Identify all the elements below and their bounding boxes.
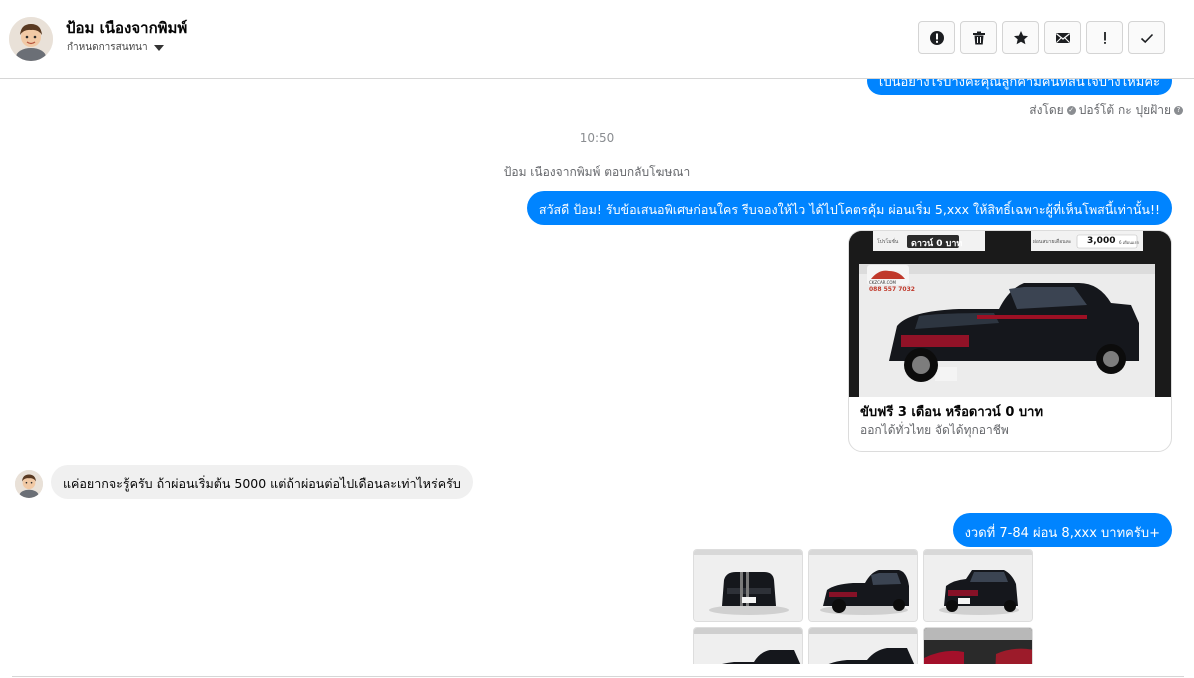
ad-reply-notice: ป้อม เนืองจากพิมพ์ ตอบกลับโฆษณา: [503, 165, 691, 179]
conversation-options-label: กำหนดการสนทนา: [67, 42, 148, 53]
alert-button[interactable]: [918, 21, 955, 54]
exclamation-icon: [1103, 31, 1106, 44]
conversation-options[interactable]: กำหนดการสนทนา: [67, 40, 164, 55]
star-button[interactable]: [1002, 21, 1039, 54]
sent-by-prefix: ส่งโดย: [1029, 103, 1064, 117]
message-timestamp: 10:50: [579, 131, 615, 145]
ad-phone: 088 557 7032: [869, 286, 915, 293]
help-icon[interactable]: ?: [1174, 106, 1183, 115]
message-bubble-incoming[interactable]: แค่อยากจะรู้ครับ ถ้าผ่อนเริ่มต้น 5000 แต…: [51, 465, 473, 499]
check-icon: [1140, 33, 1153, 43]
mail-icon: [1055, 32, 1070, 43]
message-text: สวัสดี ป้อม! รับข้อเสนอพิเศษก่อนใคร รีบจ…: [538, 202, 1160, 217]
car-photo-thumbnail[interactable]: [808, 627, 918, 664]
sent-by-name[interactable]: ปอร์โต้ กะ ปุยฝ้าย: [1079, 101, 1171, 120]
mail-button[interactable]: [1044, 21, 1081, 54]
composer-divider: [12, 676, 1184, 677]
message-text: เป็นอย่างไรบ้างคะคุณลูกค้ามีคนที่สนใจบ้า…: [878, 79, 1160, 90]
contact-avatar-small[interactable]: [15, 470, 43, 498]
ad-banner-right: 3,000: [1087, 236, 1116, 246]
mark-done-button[interactable]: [1128, 21, 1165, 54]
verified-icon: ✓: [1066, 106, 1076, 115]
messenger-conversation: ป้อม เนืองจากพิมพ์ กำหนดการสนทนา เป็นอย่…: [0, 0, 1194, 678]
ad-banner-right-small: ผ่อนสบายเดือนละ: [1033, 239, 1072, 245]
message-thread[interactable]: เป็นอย่างไรบ้างคะคุณลูกค้ามีคนที่สนใจบ้า…: [0, 79, 1194, 664]
car-photo-thumbnail[interactable]: [923, 549, 1033, 622]
ad-banner-right-unit: 6 เดือนแรก: [1119, 240, 1140, 245]
message-text: แค่อยากจะรู้ครับ ถ้าผ่อนเริ่มต้น 5000 แต…: [63, 476, 461, 491]
message-bubble-outgoing[interactable]: งวดที่ 7-84 ผ่อน 8,xxx บาทครับ+: [952, 513, 1172, 547]
message-text: งวดที่ 7-84 ผ่อน 8,xxx บาทครับ+: [964, 526, 1160, 541]
caret-down-icon: [153, 44, 164, 51]
ad-image[interactable]: โปรโมชั่น ดาวน์ 0 บาท ผ่อนสบายเดือนละ 3,…: [849, 231, 1171, 397]
ad-card[interactable]: โปรโมชั่น ดาวน์ 0 บาท ผ่อนสบายเดือนละ 3,…: [848, 230, 1172, 452]
contact-avatar[interactable]: [9, 17, 53, 61]
car-photo-thumbnail[interactable]: [923, 627, 1033, 664]
car-photo-thumbnail[interactable]: [808, 549, 918, 622]
conversation-header: ป้อม เนืองจากพิมพ์ กำหนดการสนทนา: [0, 0, 1194, 79]
car-photo-thumbnail[interactable]: [693, 549, 803, 622]
contact-name[interactable]: ป้อม เนืองจากพิมพ์: [66, 16, 187, 40]
car-photo-thumbnail[interactable]: [693, 627, 803, 664]
header-toolbar: [918, 21, 1165, 54]
trash-icon: [972, 31, 985, 44]
message-bubble-outgoing[interactable]: เป็นอย่างไรบ้างคะคุณลูกค้ามีคนที่สนใจบ้า…: [866, 79, 1172, 95]
ad-title[interactable]: ขับฟรี 3 เดือน หรือดาวน์ 0 บาท: [860, 401, 1043, 422]
star-icon: [1013, 30, 1028, 44]
ad-banner-left: ดาวน์ 0 บาท: [911, 239, 963, 249]
ad-banner-left-small: โปรโมชั่น: [877, 239, 899, 245]
sent-by-meta: ส่งโดย ✓ ปอร์โต้ กะ ปุยฝ้าย ?: [1029, 101, 1183, 120]
delete-button[interactable]: [960, 21, 997, 54]
ad-description: ออกได้ทั่วไทย จัดได้ทุกอาชีพ: [860, 423, 1009, 437]
alert-icon: [929, 30, 944, 45]
priority-button[interactable]: [1086, 21, 1123, 54]
ad-logo-text: CKZCAR.COM: [869, 280, 896, 285]
photo-album: [693, 549, 1035, 664]
message-bubble-outgoing[interactable]: สวัสดี ป้อม! รับข้อเสนอพิเศษก่อนใคร รีบจ…: [526, 191, 1172, 225]
